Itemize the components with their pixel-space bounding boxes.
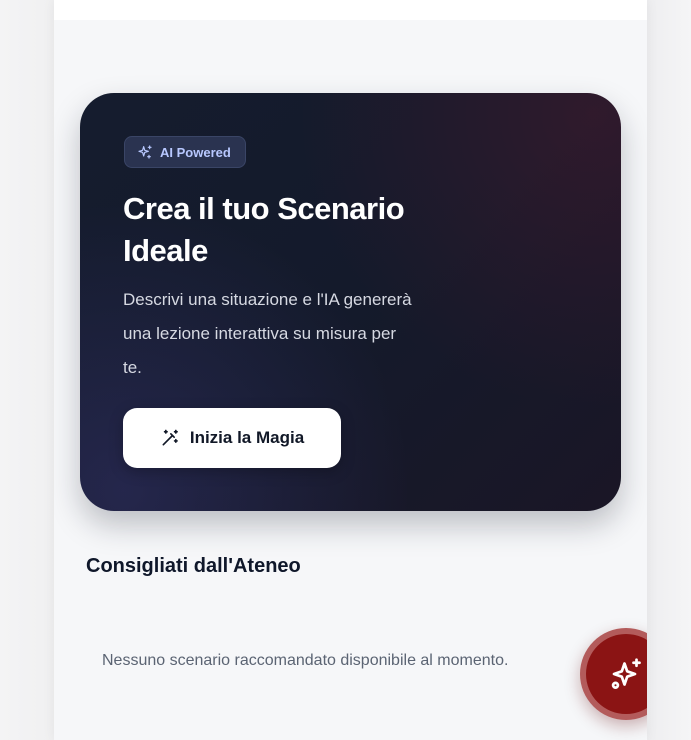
right-backdrop	[647, 0, 691, 740]
main-column: AI Powered Crea il tuo Scenario Ideale D…	[54, 0, 647, 740]
hero-card: AI Powered Crea il tuo Scenario Ideale D…	[80, 93, 621, 511]
sparkles-icon	[138, 145, 152, 159]
empty-state-message: Nessuno scenario raccomandato disponibil…	[102, 652, 509, 669]
magic-wand-icon	[162, 429, 178, 446]
badge-label: AI Powered	[160, 144, 231, 160]
sparkles-icon	[611, 658, 641, 689]
top-bar	[54, 0, 647, 20]
left-backdrop	[0, 0, 54, 740]
hero-title: Crea il tuo Scenario Ideale	[123, 191, 405, 268]
start-magic-button[interactable]: Inizia la Magia	[123, 408, 341, 468]
hero-description: Descrivi una situazione e l'IA genererà …	[123, 290, 412, 377]
ai-powered-badge: AI Powered	[124, 136, 246, 168]
app-viewport: AI Powered Crea il tuo Scenario Ideale D…	[0, 0, 691, 740]
start-magic-label: Inizia la Magia	[189, 428, 305, 447]
ai-assistant-fab[interactable]	[580, 628, 647, 720]
recommended-section-title: Consigliati dall'Ateneo	[86, 555, 301, 577]
